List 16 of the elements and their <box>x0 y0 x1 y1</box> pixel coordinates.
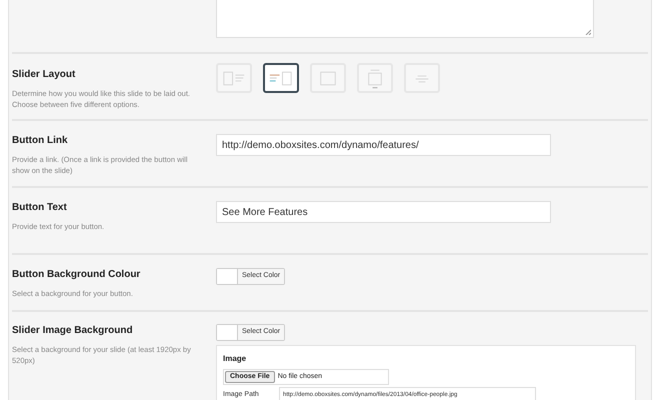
layout-icon <box>269 71 292 85</box>
setting-title: Button Text <box>12 201 68 215</box>
setting-title: Button Link <box>12 134 69 148</box>
image-heading: Image <box>223 353 248 365</box>
text-area[interactable] <box>216 0 594 38</box>
resize-grip-icon[interactable] <box>585 29 591 35</box>
layout-icon <box>223 71 245 85</box>
layout-icon <box>368 69 382 88</box>
text-field[interactable]: http://demo.oboxsites.com/dynamo/features/ <box>216 134 551 156</box>
layout-option[interactable] <box>263 63 299 93</box>
layout-icon <box>320 71 336 85</box>
setting-title: Button Background Colour <box>12 268 142 282</box>
text-field[interactable]: See More Features <box>216 201 551 223</box>
setting-title: Slider Layout <box>12 68 76 82</box>
setting-title: Slider Image Background <box>12 324 134 338</box>
layout-icon <box>415 75 429 82</box>
